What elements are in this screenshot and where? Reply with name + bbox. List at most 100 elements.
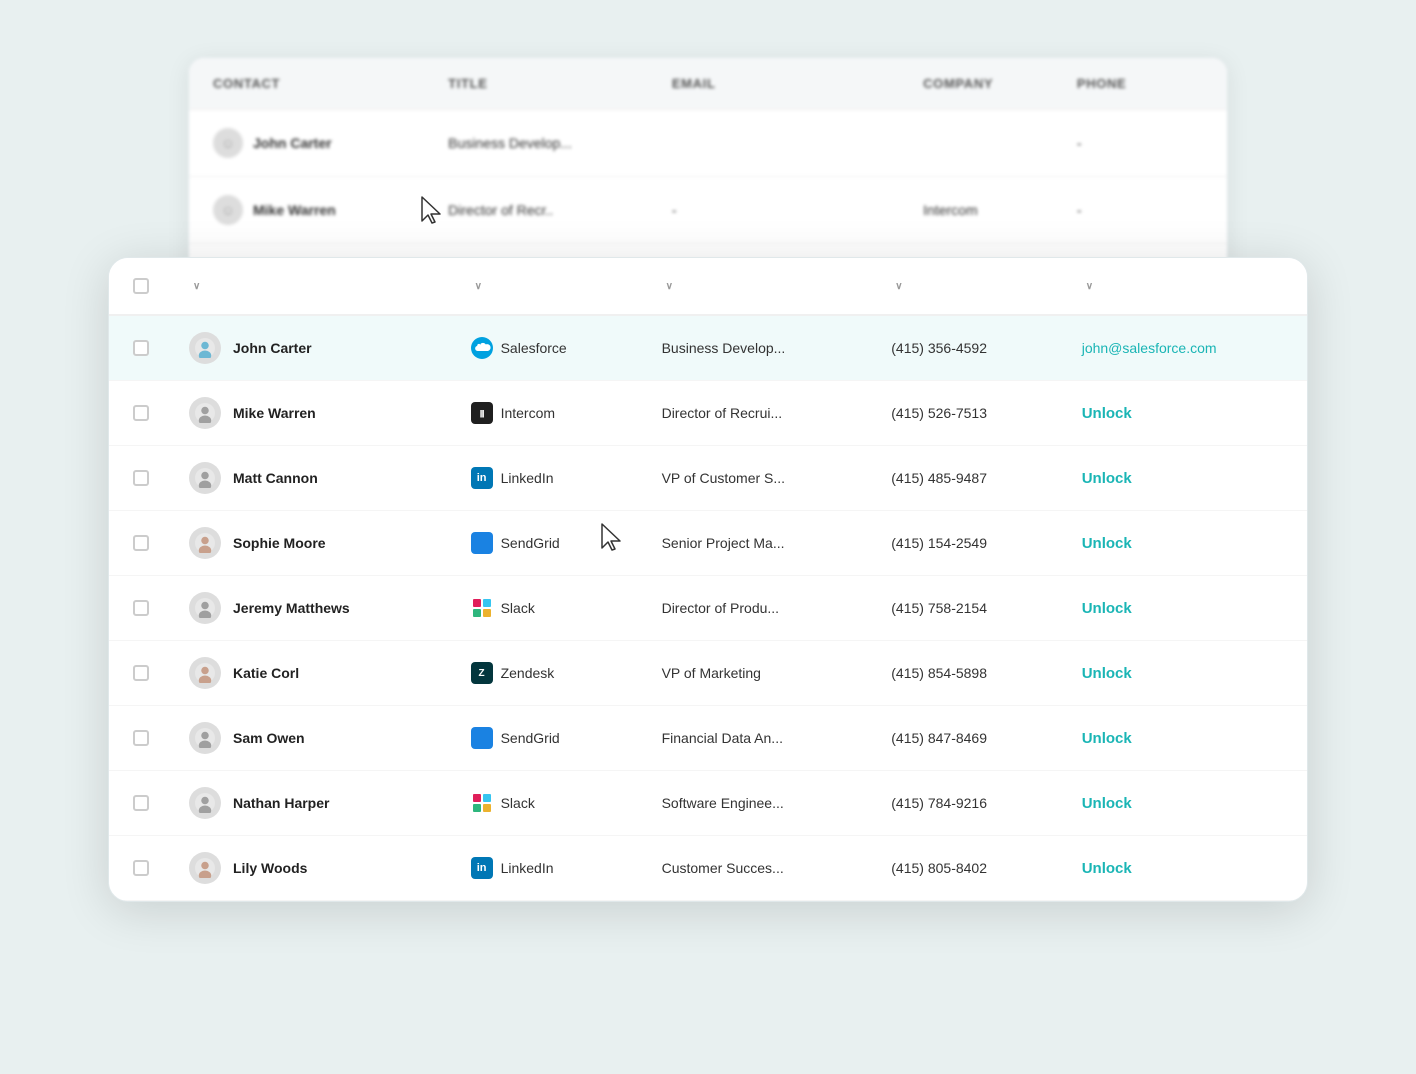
avatar xyxy=(189,397,221,429)
email-link[interactable]: john@salesforce.com xyxy=(1082,340,1217,356)
table-row[interactable]: Jeremy Matthews Slack Director of Produ.… xyxy=(109,576,1307,641)
company-cell: Z Zendesk xyxy=(451,641,642,706)
unlock-button[interactable]: Unlock xyxy=(1082,470,1132,487)
row-checkbox[interactable] xyxy=(133,470,149,486)
unlock-button[interactable]: Unlock xyxy=(1082,405,1132,422)
avatar xyxy=(189,787,221,819)
company-name: Salesforce xyxy=(501,340,567,356)
phone-sort-icon: ∨ xyxy=(895,281,903,292)
unlock-button[interactable]: Unlock xyxy=(1082,665,1132,682)
row-checkbox[interactable] xyxy=(133,795,149,811)
contact-cell: Sam Owen xyxy=(169,706,451,771)
email-cell[interactable]: Unlock xyxy=(1062,446,1307,511)
company-name: Zendesk xyxy=(501,665,555,681)
unlock-button[interactable]: Unlock xyxy=(1082,730,1132,747)
main-table-wrapper: ∨ ∨ ∨ xyxy=(108,257,1308,902)
contact-name: John Carter xyxy=(233,340,312,356)
contact-cell: Nathan Harper xyxy=(169,771,451,836)
table-row[interactable]: Lily Woods in LinkedIn Customer Succes..… xyxy=(109,836,1307,901)
email-cell[interactable]: Unlock xyxy=(1062,641,1307,706)
table-row[interactable]: Matt Cannon in LinkedIn VP of Customer S… xyxy=(109,446,1307,511)
company-name: SendGrid xyxy=(501,730,560,746)
header-contact[interactable]: ∨ xyxy=(169,258,451,315)
title-cell: Financial Data An... xyxy=(642,706,872,771)
unlock-button[interactable]: Unlock xyxy=(1082,535,1132,552)
table-row[interactable]: Katie Corl Z Zendesk VP of Marketing (41… xyxy=(109,641,1307,706)
company-sort-icon: ∨ xyxy=(475,281,483,292)
company-cell: Slack xyxy=(451,576,642,641)
email-cell[interactable]: Unlock xyxy=(1062,381,1307,446)
row-checkbox[interactable] xyxy=(133,600,149,616)
avatar xyxy=(189,332,221,364)
phone-cell: (415) 758-2154 xyxy=(871,576,1061,641)
contact-sort-icon: ∨ xyxy=(193,281,201,292)
header-title[interactable]: ∨ xyxy=(642,258,872,315)
company-cell: in LinkedIn xyxy=(451,836,642,901)
avatar xyxy=(189,527,221,559)
row-checkbox[interactable] xyxy=(133,665,149,681)
unlock-button[interactable]: Unlock xyxy=(1082,600,1132,617)
company-name: Slack xyxy=(501,600,535,616)
row-checkbox-cell xyxy=(109,446,169,511)
row-checkbox[interactable] xyxy=(133,405,149,421)
contact-cell: John Carter xyxy=(169,315,451,381)
phone-cell: (415) 485-9487 xyxy=(871,446,1061,511)
main-header-row: ∨ ∨ ∨ xyxy=(109,258,1307,315)
contact-name: Sam Owen xyxy=(233,730,305,746)
table-row[interactable]: Sophie Moore SendGrid Senior Project Ma.… xyxy=(109,511,1307,576)
row-checkbox-cell xyxy=(109,576,169,641)
header-phone[interactable]: ∨ xyxy=(871,258,1061,315)
email-cell[interactable]: Unlock xyxy=(1062,836,1307,901)
company-cell: Salesforce xyxy=(451,315,642,381)
contact-cell: Katie Corl xyxy=(169,641,451,706)
bg-header-company: COMPANY xyxy=(899,58,1053,110)
email-cell[interactable]: Unlock xyxy=(1062,576,1307,641)
title-cell: Customer Succes... xyxy=(642,836,872,901)
row-checkbox-cell xyxy=(109,315,169,381)
title-cell: Business Develop... xyxy=(642,315,872,381)
avatar xyxy=(189,722,221,754)
phone-cell: (415) 847-8469 xyxy=(871,706,1061,771)
email-cell[interactable]: Unlock xyxy=(1062,511,1307,576)
company-cell: SendGrid xyxy=(451,706,642,771)
phone-cell: (415) 526-7513 xyxy=(871,381,1061,446)
title-cell: Software Enginee... xyxy=(642,771,872,836)
phone-cell: (415) 805-8402 xyxy=(871,836,1061,901)
contact-name: Nathan Harper xyxy=(233,795,329,811)
table-row[interactable]: Nathan Harper Slack Software Enginee... … xyxy=(109,771,1307,836)
bg-header-phone: PHONE xyxy=(1053,58,1227,110)
contact-name: Katie Corl xyxy=(233,665,299,681)
email-cell[interactable]: john@salesforce.com xyxy=(1062,315,1307,381)
main-table: ∨ ∨ ∨ xyxy=(109,258,1307,901)
table-row[interactable]: Sam Owen SendGrid Financial Data An... (… xyxy=(109,706,1307,771)
contact-cell: Sophie Moore xyxy=(169,511,451,576)
header-company[interactable]: ∨ xyxy=(451,258,642,315)
row-checkbox-cell xyxy=(109,771,169,836)
email-cell[interactable]: Unlock xyxy=(1062,706,1307,771)
row-checkbox[interactable] xyxy=(133,860,149,876)
avatar xyxy=(189,462,221,494)
select-all-checkbox[interactable] xyxy=(133,278,149,294)
phone-cell: (415) 784-9216 xyxy=(871,771,1061,836)
table-row[interactable]: Mike Warren ||| Intercom Director of Rec… xyxy=(109,381,1307,446)
row-checkbox-cell xyxy=(109,836,169,901)
avatar xyxy=(189,592,221,624)
bg-row-2: ☺Mike Warren Director of Recr.. - Interc… xyxy=(189,177,1227,244)
row-checkbox[interactable] xyxy=(133,730,149,746)
unlock-button[interactable]: Unlock xyxy=(1082,795,1132,812)
table-row[interactable]: John Carter Salesforce Business Develop.… xyxy=(109,315,1307,381)
row-checkbox-cell xyxy=(109,706,169,771)
contact-cell: Jeremy Matthews xyxy=(169,576,451,641)
title-cell: Director of Produ... xyxy=(642,576,872,641)
contact-name: Sophie Moore xyxy=(233,535,326,551)
row-checkbox[interactable] xyxy=(133,535,149,551)
company-cell: in LinkedIn xyxy=(451,446,642,511)
company-name: SendGrid xyxy=(501,535,560,551)
unlock-button[interactable]: Unlock xyxy=(1082,860,1132,877)
title-sort-icon: ∨ xyxy=(666,281,674,292)
contact-name: Mike Warren xyxy=(233,405,316,421)
row-checkbox[interactable] xyxy=(133,340,149,356)
header-email[interactable]: ∨ xyxy=(1062,258,1307,315)
email-sort-icon: ∨ xyxy=(1086,281,1094,292)
email-cell[interactable]: Unlock xyxy=(1062,771,1307,836)
